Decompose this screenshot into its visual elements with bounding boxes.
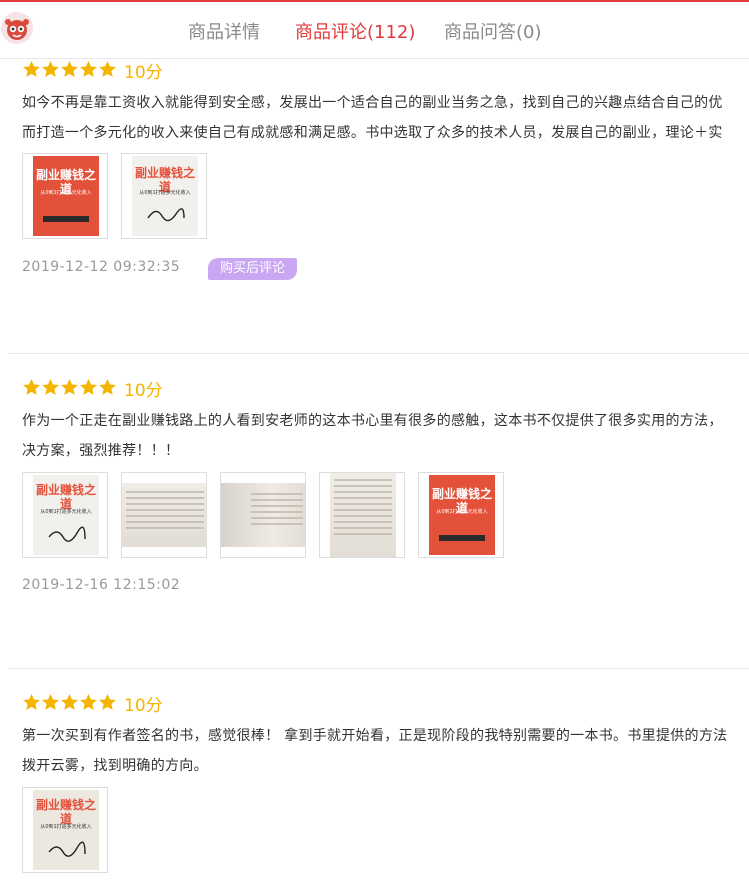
star-icon <box>80 60 97 77</box>
review-score: 10分 <box>124 381 163 401</box>
cover-subtitle: 从0到1打造多元化收入 <box>40 190 92 196</box>
rating-stars <box>22 693 117 713</box>
star-icon <box>42 378 59 395</box>
cover-subtitle: 从0到1打造多元化收入 <box>139 190 191 196</box>
review-text-line: 决方案，强烈推荐！！！ <box>22 443 180 459</box>
review-text-line: 如今不再是靠工资收入就能得到安全感，发展出一个适合自己的副业当务之急，找到自己的… <box>22 95 723 111</box>
tab-product-reviews[interactable]: 商品评论(112) <box>295 18 415 44</box>
signature-icon <box>48 841 86 857</box>
rating-stars <box>22 378 117 398</box>
review-image-book-page[interactable] <box>121 472 207 558</box>
review-image-book-page[interactable] <box>220 472 306 558</box>
star-icon <box>61 378 78 395</box>
review-divider <box>8 668 749 669</box>
tab-header: 商品详情 商品评论(112) 商品问答(0) <box>0 2 749 59</box>
review-score: 10分 <box>124 63 163 83</box>
cover-subtitle: 从0到1打造多元化收入 <box>40 824 92 830</box>
review-score: 10分 <box>124 696 163 716</box>
star-icon <box>42 693 59 710</box>
star-icon <box>61 60 78 77</box>
review-image-book-cover[interactable]: 副业赚钱之道 从0到1打造多元化收入 <box>418 472 504 558</box>
review-divider <box>8 353 749 354</box>
signature-icon <box>147 208 185 222</box>
star-icon <box>23 693 40 710</box>
review-image-signed-book[interactable]: 副业赚钱之道 从0到1打造多元化收入 <box>22 472 108 558</box>
tab-product-details[interactable]: 商品详情 <box>188 18 260 44</box>
star-icon <box>23 378 40 395</box>
review-images: 副业赚钱之道 从0到1打造多元化收入 <box>22 787 108 873</box>
cover-subtitle: 从0到1打造多元化收入 <box>436 509 488 515</box>
review-text-line: 而打造一个多元化的收入来使自己有成就感和满足感。书中选取了众多的技术人员，发展自… <box>22 125 723 141</box>
star-icon <box>80 378 97 395</box>
cover-subtitle: 从0到1打造多元化收入 <box>40 509 92 515</box>
star-icon <box>42 60 59 77</box>
star-icon <box>61 693 78 710</box>
review-image-book-page[interactable] <box>319 472 405 558</box>
rating-stars <box>22 60 117 80</box>
review-text: 如今不再是靠工资收入就能得到安全感，发展出一个适合自己的副业当务之急，找到自己的… <box>22 88 749 148</box>
review-text-line: 第一次买到有作者签名的书，感觉很棒！ 拿到手就开始看，正是现阶段的我特别需要的一… <box>22 728 728 744</box>
review-image-book-cover[interactable]: 副业赚钱之道 从0到1打造多元化收入 <box>22 153 108 239</box>
review-date: 2019-12-12 09:32:35 <box>22 259 181 275</box>
star-icon <box>99 693 116 710</box>
review-text: 作为一个正走在副业赚钱路上的人看到安老师的这本书心里有很多的感触，这本书不仅提供… <box>22 406 749 466</box>
star-icon <box>99 60 116 77</box>
star-icon <box>80 693 97 710</box>
review-images: 副业赚钱之道 从0到1打造多元化收入 副业赚钱之道 从0到1打造多元化收入 <box>22 153 207 239</box>
star-icon <box>99 378 116 395</box>
review-date: 2019-12-16 12:15:02 <box>22 577 181 593</box>
star-icon <box>23 60 40 77</box>
review-image-signed-book[interactable]: 副业赚钱之道 从0到1打造多元化收入 <box>121 153 207 239</box>
review-image-signed-book[interactable]: 副业赚钱之道 从0到1打造多元化收入 <box>22 787 108 873</box>
review-text-line: 拨开云雾，找到明确的方向。 <box>22 758 208 774</box>
signature-icon <box>48 526 86 542</box>
review-text-line: 作为一个正走在副业赚钱路上的人看到安老师的这本书心里有很多的感触，这本书不仅提供… <box>22 413 723 429</box>
review-images: 副业赚钱之道 从0到1打造多元化收入 副业赚钱之道 从0到1打造多元化收入 <box>22 472 504 558</box>
review-text: 第一次买到有作者签名的书，感觉很棒！ 拿到手就开始看，正是现阶段的我特别需要的一… <box>22 721 749 781</box>
tab-product-qa[interactable]: 商品问答(0) <box>444 18 542 44</box>
purchase-badge: 购买后评论 <box>208 258 298 280</box>
